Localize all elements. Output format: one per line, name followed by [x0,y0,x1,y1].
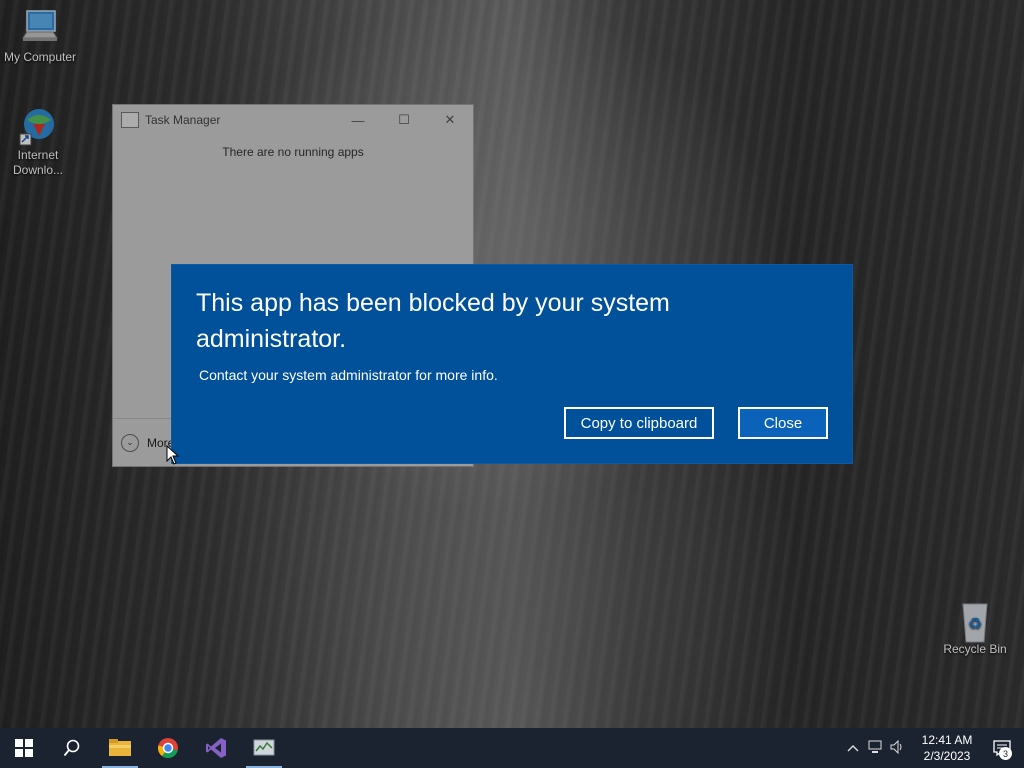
task-manager-icon [253,739,275,756]
clock-date: 2/3/2023 [923,749,971,763]
dialog-message: Contact your system administrator for mo… [199,367,498,383]
taskbar-chrome[interactable] [144,728,192,768]
visual-studio-icon [206,738,226,758]
notification-count-badge: 3 [999,747,1012,760]
start-button[interactable] [0,728,48,768]
chevron-up-icon[interactable] [842,741,864,755]
chrome-icon [157,738,178,759]
mouse-cursor-icon [166,445,180,465]
dialog-title: This app has been blocked by your system… [196,289,670,353]
taskbar: 12:41 AM 2/3/2023 3 [0,728,1024,768]
taskbar-visual-studio[interactable] [192,728,240,768]
windows-start-icon [15,739,33,757]
notifications-button[interactable]: 3 [980,728,1024,768]
app-blocked-dialog: This app has been blocked by your system… [172,265,852,463]
taskbar-clock[interactable]: 12:41 AM 2/3/2023 [914,732,980,764]
clock-time: 12:41 AM [921,733,973,747]
network-icon[interactable] [864,740,886,757]
copy-to-clipboard-button[interactable]: Copy to clipboard [564,407,714,439]
taskbar-file-explorer[interactable] [96,728,144,768]
search-icon [63,739,80,757]
taskbar-task-manager[interactable] [240,728,288,768]
close-button[interactable]: Close [738,407,828,439]
file-explorer-icon [109,739,131,756]
search-button[interactable] [48,728,96,768]
volume-icon[interactable] [886,739,908,757]
